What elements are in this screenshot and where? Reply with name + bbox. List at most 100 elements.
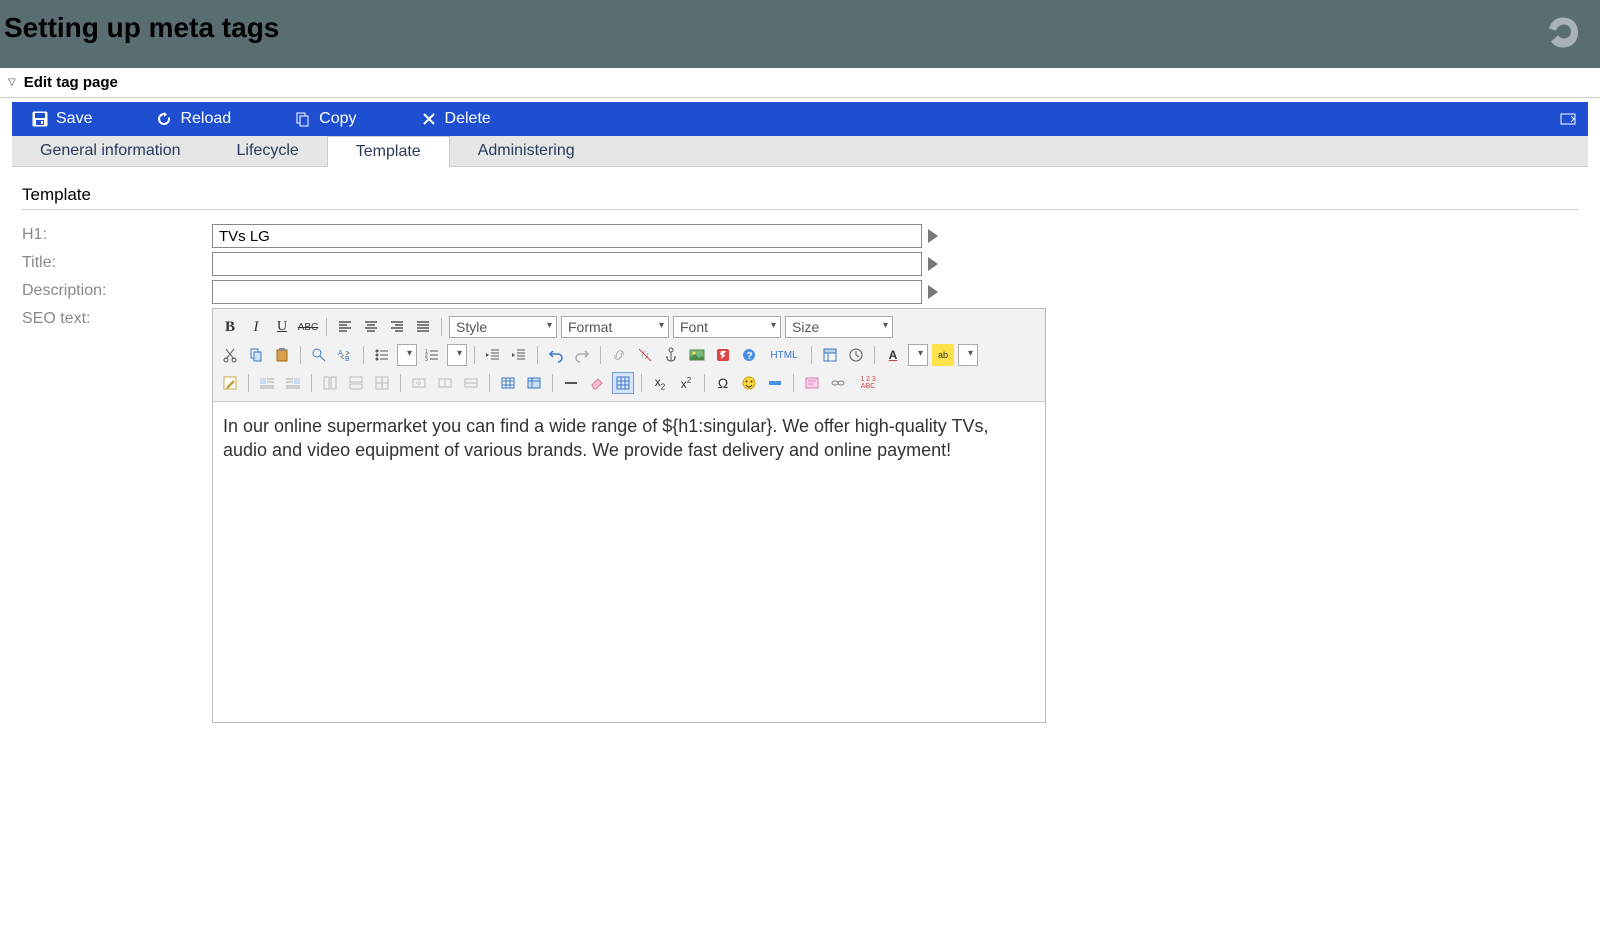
insert-image-left-button[interactable] [256, 372, 278, 394]
save-icon [32, 111, 48, 127]
insert-image-right-button[interactable] [282, 372, 304, 394]
layout-button-3[interactable] [371, 372, 393, 394]
replace-button[interactable]: AB [334, 344, 356, 366]
description-expand-icon[interactable] [928, 285, 938, 299]
table-button[interactable] [497, 372, 519, 394]
eraser-button[interactable] [586, 372, 608, 394]
title-expand-icon[interactable] [928, 257, 938, 271]
h1-expand-icon[interactable] [928, 229, 938, 243]
bg-color-dropdown[interactable] [958, 344, 978, 366]
expand-icon[interactable] [1560, 111, 1576, 127]
reload-button[interactable]: Reload [148, 108, 239, 130]
form-button[interactable] [801, 372, 823, 394]
font-select[interactable]: Font [673, 316, 781, 338]
bg-color-button[interactable]: ab [932, 344, 954, 366]
svg-text:3: 3 [425, 357, 428, 363]
emoji-button[interactable] [738, 372, 760, 394]
seo-text-content[interactable]: In our online supermarket you can find a… [213, 402, 1045, 722]
grid-button[interactable] [612, 372, 634, 394]
align-right-button[interactable] [386, 316, 408, 338]
split-cell-h-button[interactable] [434, 372, 456, 394]
layout-button-2[interactable] [345, 372, 367, 394]
cut-button[interactable] [219, 344, 241, 366]
layout-button-1[interactable] [319, 372, 341, 394]
image-button[interactable] [686, 344, 708, 366]
section-title: Template [22, 185, 1578, 210]
separator [326, 318, 327, 336]
clock-button[interactable] [845, 344, 867, 366]
anchor-button[interactable] [660, 344, 682, 366]
split-cell-v-button[interactable] [460, 372, 482, 394]
seo-text-label: SEO text: [22, 308, 212, 328]
separator [600, 346, 601, 364]
h1-input[interactable] [212, 224, 922, 248]
find-button[interactable] [308, 344, 330, 366]
bold-button[interactable]: B [219, 316, 241, 338]
size-select[interactable]: Size [785, 316, 893, 338]
align-left-button[interactable] [334, 316, 356, 338]
bullet-list-dropdown[interactable] [397, 344, 417, 366]
content-area: Template H1: Title: Description: SEO tex… [0, 167, 1600, 745]
underline-button[interactable]: U [271, 316, 293, 338]
strikethrough-button[interactable]: ABC [297, 316, 319, 338]
edit-button[interactable] [219, 372, 241, 394]
template-button[interactable] [819, 344, 841, 366]
separator [474, 346, 475, 364]
link-chain-button[interactable] [827, 372, 849, 394]
html-source-button[interactable]: HTML [764, 344, 804, 366]
title-input[interactable] [212, 252, 922, 276]
undo-button[interactable] [545, 344, 567, 366]
page-title: Setting up meta tags [0, 0, 1600, 64]
collapse-label: Edit tag page [24, 74, 118, 91]
page-break-button[interactable] [764, 372, 786, 394]
subscript-button[interactable]: x2 [649, 372, 671, 394]
separator [874, 346, 875, 364]
copy-icon [295, 111, 311, 127]
collapse-arrow-icon: ▽ [8, 77, 16, 88]
tab-general-information[interactable]: General information [12, 136, 209, 166]
link-button[interactable] [608, 344, 630, 366]
format-select[interactable]: Format [561, 316, 669, 338]
tab-lifecycle[interactable]: Lifecycle [209, 136, 327, 166]
text-color-button[interactable]: A [882, 344, 904, 366]
superscript-button[interactable]: x2 [675, 372, 697, 394]
delete-label: Delete [445, 110, 491, 128]
special-char-button[interactable]: Ω [712, 372, 734, 394]
delete-button[interactable]: Delete [413, 108, 499, 130]
separator [704, 374, 705, 392]
table-props-button[interactable] [523, 372, 545, 394]
copy-label: Copy [319, 110, 356, 128]
number-list-button[interactable]: 123 [421, 344, 443, 366]
separator [489, 374, 490, 392]
copy-button[interactable] [245, 344, 267, 366]
align-justify-button[interactable] [412, 316, 434, 338]
tab-administering[interactable]: Administering [450, 136, 603, 166]
seo-editor: B I U ABC Style Format Font Size [212, 308, 1046, 723]
paste-button[interactable] [271, 344, 293, 366]
separator [363, 346, 364, 364]
collapse-bar[interactable]: ▽ Edit tag page [0, 68, 1600, 98]
spellcheck-button[interactable]: 1 2 3 ABC [853, 372, 883, 394]
horizontal-rule-button[interactable] [560, 372, 582, 394]
text-color-dropdown[interactable] [908, 344, 928, 366]
copy-button[interactable]: Copy [287, 108, 364, 130]
save-label: Save [56, 110, 92, 128]
help-button[interactable]: ? [738, 344, 760, 366]
bullet-list-button[interactable] [371, 344, 393, 366]
save-button[interactable]: Save [24, 108, 100, 130]
align-center-button[interactable] [360, 316, 382, 338]
separator [641, 374, 642, 392]
unlink-button[interactable] [634, 344, 656, 366]
description-input[interactable] [212, 280, 922, 304]
number-list-dropdown[interactable] [447, 344, 467, 366]
italic-button[interactable]: I [245, 316, 267, 338]
tab-template[interactable]: Template [327, 136, 450, 167]
style-select[interactable]: Style [449, 316, 557, 338]
redo-button[interactable] [571, 344, 593, 366]
tab-bar: General information Lifecycle Template A… [12, 136, 1588, 167]
reload-label: Reload [180, 110, 231, 128]
merge-cells-button[interactable] [408, 372, 430, 394]
flash-button[interactable] [712, 344, 734, 366]
indent-button[interactable] [508, 344, 530, 366]
outdent-button[interactable] [482, 344, 504, 366]
